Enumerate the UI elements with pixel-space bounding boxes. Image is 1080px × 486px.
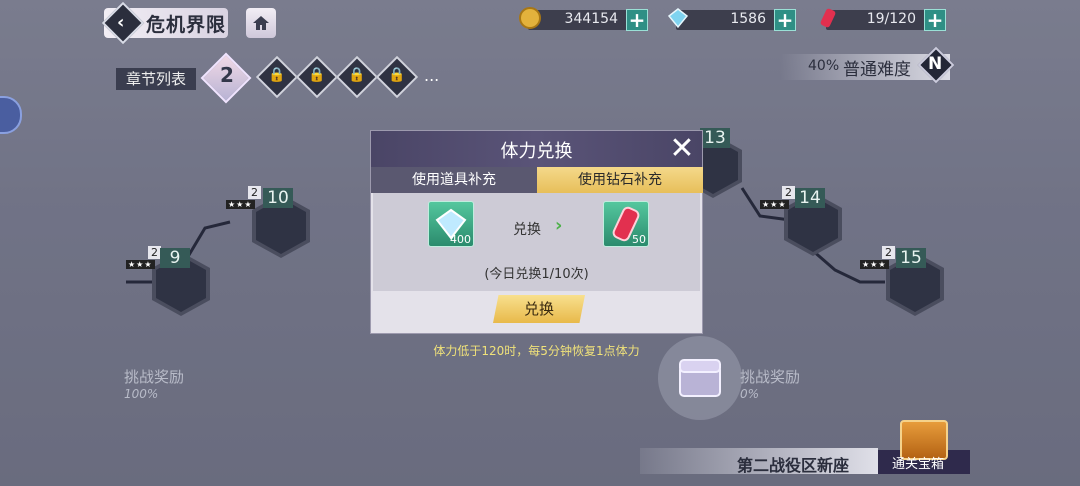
level-number: 9 xyxy=(160,248,190,268)
level-tier: 2 xyxy=(782,186,795,199)
level-stars: ★★★ xyxy=(860,260,889,269)
challenge-reward-left[interactable]: 挑战奖励 100% xyxy=(124,366,194,401)
dialog-body: 400 兑换 › 50 (今日兑换1/10次) xyxy=(373,193,700,291)
tab-use-item[interactable]: 使用道具补充 xyxy=(371,167,537,193)
level-number: 10 xyxy=(263,188,293,208)
level-number: 14 xyxy=(795,188,825,208)
exchange-label: 兑换 xyxy=(513,222,541,238)
arrow-right-icon: › xyxy=(555,215,563,236)
stamina-recovery-hint: 体力低于120时，每5分钟恢复1点体力 xyxy=(433,344,640,358)
level-stars: ★★★ xyxy=(126,260,155,269)
daily-exchange-count: (今日兑换1/10次) xyxy=(484,267,589,282)
dialog-title: 体力兑换 xyxy=(500,141,573,162)
gain-item: 50 xyxy=(603,201,649,247)
level-tier: 2 xyxy=(882,246,895,259)
level-tier: 2 xyxy=(248,186,261,199)
close-icon[interactable]: ✕ xyxy=(667,134,697,165)
challenge-reward-right[interactable]: 挑战奖励 0% xyxy=(740,366,830,401)
clear-reward-box-button[interactable]: 通关宝箱 xyxy=(878,420,970,476)
level-number: 15 xyxy=(896,248,926,268)
tab-use-diamond[interactable]: 使用钻石补充 xyxy=(537,167,703,193)
level-stars: ★★★ xyxy=(760,200,789,209)
cost-item: 400 xyxy=(428,201,474,247)
level-number: 13 xyxy=(700,128,730,148)
stage-banner-text: 第二战役区新座 xyxy=(737,456,850,475)
stamina-exchange-dialog: 体力兑换 ✕ 使用道具补充 使用钻石补充 400 兑换 › 50 (今日兑换1/… xyxy=(370,130,703,334)
exchange-confirm-button[interactable]: 兑换 xyxy=(493,295,585,323)
level-stars: ★★★ xyxy=(226,200,255,209)
